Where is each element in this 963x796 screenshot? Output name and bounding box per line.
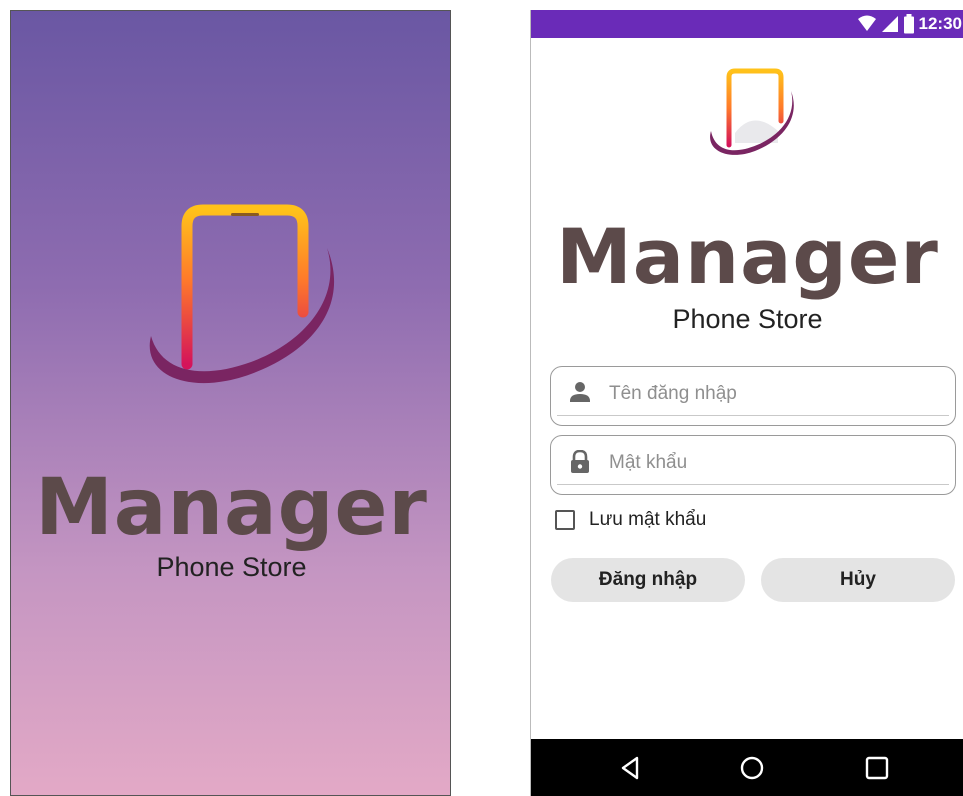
status-bar: 12:30	[531, 10, 963, 38]
phone-logo-icon	[710, 68, 794, 155]
back-icon[interactable]	[617, 755, 643, 781]
login-button[interactable]: Đăng nhập	[551, 558, 745, 602]
battery-icon	[903, 14, 914, 34]
password-underline	[557, 484, 949, 485]
phone-logo-icon	[149, 204, 335, 384]
navigation-bar	[531, 739, 963, 796]
home-icon[interactable]	[739, 755, 765, 781]
lock-icon	[571, 450, 589, 473]
cancel-button[interactable]: Hủy	[761, 558, 955, 602]
wifi-icon	[857, 15, 876, 31]
password-field[interactable]: Mật khẩu	[550, 435, 956, 495]
login-brand-title: Manager	[556, 212, 939, 301]
remember-password-label[interactable]: Lưu mật khẩu	[589, 509, 706, 531]
splash-subtitle: Phone Store	[156, 552, 307, 582]
remember-password-checkbox[interactable]	[555, 510, 575, 530]
status-time: 12:30	[918, 14, 962, 33]
recents-icon[interactable]	[864, 755, 890, 781]
splash-screen: Manager Phone Store	[10, 10, 451, 796]
login-screen: 12:30 Manager Phone Store Tên đăng nhập	[530, 10, 963, 796]
remember-password-row[interactable]: Lưu mật khẩu	[555, 508, 706, 532]
username-underline	[557, 415, 949, 416]
username-field[interactable]: Tên đăng nhập	[550, 366, 956, 426]
password-placeholder: Mật khẩu	[609, 452, 688, 473]
login-subtitle: Phone Store	[672, 304, 823, 334]
username-placeholder: Tên đăng nhập	[609, 383, 737, 404]
person-icon	[570, 382, 590, 402]
splash-brand-title: Manager	[35, 463, 428, 553]
signal-icon	[881, 16, 898, 32]
